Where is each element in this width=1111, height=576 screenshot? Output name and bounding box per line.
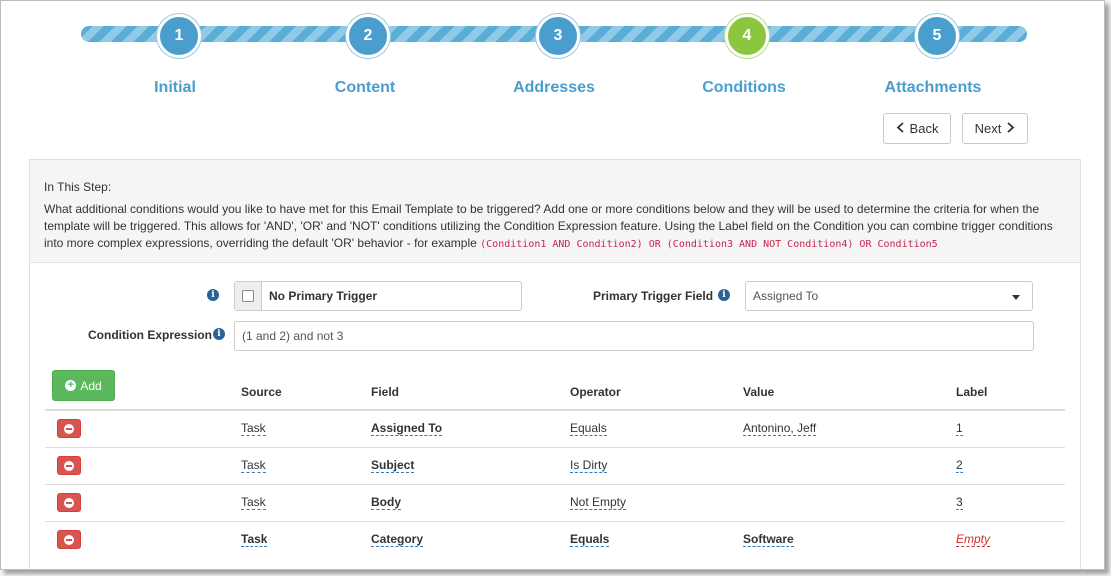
minus-circle-icon [64, 497, 74, 508]
step-4-label[interactable]: Conditions [664, 79, 824, 97]
column-header-field: Field [371, 385, 400, 399]
chevron-down-icon [1012, 295, 1020, 300]
next-button-label: Next [974, 121, 1002, 136]
row-divider [45, 521, 1065, 522]
row-4-value[interactable]: Software [743, 532, 794, 547]
minus-circle-icon [64, 423, 74, 434]
next-button[interactable]: Next [962, 113, 1028, 144]
step-1-label[interactable]: Initial [95, 79, 255, 97]
step-4-circle[interactable]: 4 [725, 14, 769, 58]
row-1-label[interactable]: 1 [956, 421, 963, 436]
row-3-label[interactable]: 3 [956, 495, 963, 510]
condition-expression-value: (1 and 2) and not 3 [242, 329, 344, 343]
row-3-operator[interactable]: Not Empty [570, 495, 627, 510]
plus-circle-icon: + [65, 380, 77, 391]
delete-condition-1-button[interactable] [57, 419, 81, 438]
column-header-source: Source [241, 385, 282, 399]
step-2-label[interactable]: Content [285, 79, 445, 97]
delete-condition-4-button[interactable] [57, 530, 81, 549]
delete-condition-2-button[interactable] [57, 456, 81, 475]
row-1-operator[interactable]: Equals [570, 421, 607, 436]
no-primary-trigger-label: No Primary Trigger [269, 289, 378, 303]
column-header-value: Value [743, 385, 775, 399]
step-5-circle[interactable]: 5 [915, 14, 959, 58]
row-2-operator[interactable]: Is Dirty [570, 458, 608, 473]
row-1-field[interactable]: Assigned To [371, 421, 443, 436]
add-condition-button[interactable]: + Add [52, 370, 115, 401]
no-primary-trigger-checkbox[interactable] [242, 290, 254, 302]
add-condition-label: Add [80, 378, 102, 393]
step-3-circle[interactable]: 3 [536, 14, 580, 58]
step-3-label[interactable]: Addresses [474, 79, 634, 97]
chevron-left-icon [896, 121, 905, 136]
step-1-circle[interactable]: 1 [157, 14, 201, 58]
condition-expression-label: Condition Expression [88, 328, 213, 342]
row-4-source[interactable]: Task [241, 532, 268, 547]
wizard-progress: 1 2 3 4 5 Initial Content Addresses Cond… [1, 1, 1104, 111]
step-info-example: (Condition1 AND Condition2) OR (Conditio… [480, 239, 938, 250]
step-2-circle[interactable]: 2 [346, 14, 390, 58]
back-button-label: Back [909, 121, 939, 136]
row-4-operator[interactable]: Equals [570, 532, 610, 547]
no-primary-trigger-checkbox-addon [235, 282, 262, 310]
step-info: In This Step: What additional conditions… [30, 160, 1080, 263]
primary-trigger-field-info-icon[interactable]: i [718, 289, 730, 301]
condition-expression-input[interactable]: (1 and 2) and not 3 [234, 321, 1034, 351]
delete-condition-3-button[interactable] [57, 493, 81, 512]
minus-circle-icon [64, 534, 74, 545]
primary-trigger-field-select[interactable]: Assigned To [745, 281, 1033, 311]
primary-trigger-field-label: Primary Trigger Field [593, 289, 714, 303]
row-2-label[interactable]: 2 [956, 458, 963, 473]
back-button[interactable]: Back [883, 113, 951, 144]
step-5-label[interactable]: Attachments [853, 79, 1013, 97]
row-1-source[interactable]: Task [241, 421, 266, 436]
row-3-field[interactable]: Body [371, 495, 401, 510]
minus-circle-icon [64, 460, 74, 471]
row-2-source[interactable]: Task [241, 458, 266, 473]
row-1-value[interactable]: Antonino, Jeff [743, 421, 817, 436]
table-header-divider [45, 409, 1065, 411]
step-info-text: What additional conditions would you lik… [44, 201, 1066, 253]
condition-expression-info-icon[interactable]: i [213, 328, 225, 340]
row-3-source[interactable]: Task [241, 495, 266, 510]
primary-trigger-field-value: Assigned To [753, 289, 819, 303]
row-divider [45, 447, 1065, 448]
conditions-panel: In This Step: What additional conditions… [29, 159, 1081, 569]
column-header-operator: Operator [570, 385, 621, 399]
row-2-field[interactable]: Subject [371, 458, 415, 473]
no-primary-trigger-group: No Primary Trigger [234, 281, 522, 311]
email-template-wizard-window: 1 2 3 4 5 Initial Content Addresses Cond… [0, 0, 1105, 570]
row-4-label[interactable]: Empty [956, 532, 991, 547]
chevron-right-icon [1006, 121, 1015, 136]
step-info-title: In This Step: [44, 180, 112, 194]
row-divider [45, 484, 1065, 485]
row-4-field[interactable]: Category [371, 532, 424, 547]
no-primary-trigger-info-icon[interactable]: i [207, 289, 219, 301]
column-header-label: Label [956, 385, 988, 399]
